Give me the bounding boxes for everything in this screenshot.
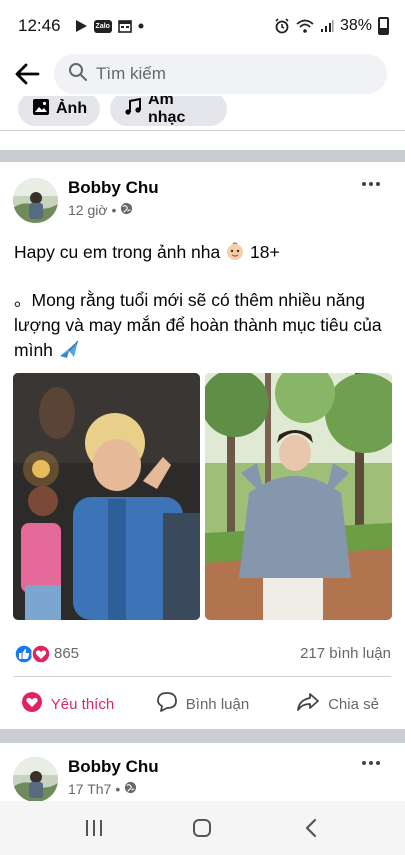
recent-apps-icon — [86, 820, 103, 836]
play-store-icon — [75, 19, 88, 33]
post-card: Bobby Chu 12 giờ • Hapy cu em trong ảnh … — [0, 176, 405, 729]
search-input[interactable] — [96, 64, 336, 84]
globe-icon — [120, 202, 133, 218]
post-time[interactable]: 17 Th7 — [68, 781, 111, 797]
battery-percent: 38% — [339, 17, 372, 34]
share-button-label: Chia sẻ — [328, 695, 379, 713]
filter-chips: Ảnh Âm nhạc — [0, 96, 405, 130]
post-photo-left[interactable] — [13, 373, 200, 620]
post-actions: Yêu thích Bình luận Chia sẻ — [0, 682, 405, 726]
love-reaction-icon — [31, 644, 51, 669]
globe-icon — [124, 781, 137, 797]
avatar[interactable] — [13, 757, 58, 801]
reactions-row: 865 217 bình luận — [0, 642, 405, 668]
back-arrow-icon — [15, 63, 40, 85]
reaction-count[interactable]: 865 — [54, 645, 79, 662]
post-text-line2: 。Mong rằng tuổi mới sẽ có thêm nhiều năn… — [14, 288, 398, 366]
more-dot — [376, 182, 380, 186]
filter-chip-music[interactable]: Âm nhạc — [110, 96, 227, 126]
love-button[interactable]: Yêu thích — [0, 682, 135, 726]
post-meta: 12 giờ • — [68, 202, 133, 218]
filter-chip-label: Âm nhạc — [148, 96, 186, 126]
heart-icon — [21, 691, 43, 717]
post-text-main: Hapy cu em trong ảnh nha — [14, 242, 221, 262]
post-author[interactable]: Bobby Chu — [68, 757, 159, 777]
more-dot — [369, 761, 373, 765]
search-header — [0, 52, 405, 96]
more-options-button[interactable] — [357, 755, 385, 771]
meta-separator: • — [115, 781, 121, 797]
wifi-icon — [296, 19, 314, 33]
more-dot — [369, 182, 373, 186]
status-time: 12:46 — [18, 16, 61, 35]
share-button[interactable]: Chia sẻ — [270, 682, 405, 726]
search-box[interactable] — [54, 54, 387, 94]
more-dot — [376, 761, 380, 765]
post-separator — [0, 150, 405, 162]
home-button[interactable] — [172, 808, 232, 848]
comment-button-label: Bình luận — [185, 695, 250, 713]
post-header: Bobby Chu 17 Th7 • — [0, 755, 405, 801]
notification-dot-icon — [138, 23, 144, 29]
battery-icon — [378, 17, 389, 35]
status-bar: 12:46 Zalo 38% — [0, 0, 405, 52]
comment-count[interactable]: 217 bình luận — [300, 645, 391, 662]
zalo-icon: Zalo — [93, 19, 112, 33]
post-time[interactable]: 12 giờ — [68, 202, 108, 218]
music-note-icon — [124, 97, 142, 121]
meta-separator: • — [111, 202, 117, 218]
divider — [0, 130, 405, 131]
system-back-button[interactable] — [281, 808, 341, 848]
photo-icon — [32, 98, 50, 121]
filter-chip-photo[interactable]: Ảnh — [18, 96, 100, 126]
avatar[interactable] — [13, 178, 58, 223]
comment-bubble-icon — [156, 691, 178, 717]
post-card: Bobby Chu 17 Th7 • — [0, 755, 405, 801]
recent-apps-button[interactable] — [64, 808, 124, 848]
search-icon — [68, 62, 88, 87]
post-separator — [0, 729, 405, 743]
post-media — [0, 373, 405, 620]
baby-face-emoji-icon — [225, 241, 245, 268]
post-header: Bobby Chu 12 giờ • — [0, 176, 405, 232]
back-button[interactable] — [0, 52, 54, 96]
post-text-line1: Hapy cu em trong ảnh nha 18+ — [14, 240, 394, 268]
reaction-icons[interactable] — [14, 644, 51, 669]
post-author[interactable]: Bobby Chu — [68, 178, 159, 198]
more-options-button[interactable] — [357, 176, 385, 192]
more-dot — [362, 182, 366, 186]
share-arrow-icon — [296, 691, 320, 717]
filter-chip-label: Ảnh — [56, 100, 88, 117]
post-photo-right[interactable] — [205, 373, 392, 620]
signal-icon — [320, 19, 334, 33]
home-icon — [193, 819, 212, 837]
airplane-emoji-icon — [58, 339, 80, 366]
chevron-left-icon — [305, 818, 316, 838]
system-nav-bar — [0, 801, 405, 855]
love-button-label: Yêu thích — [50, 695, 115, 713]
post-meta: 17 Th7 • — [68, 781, 137, 797]
alarm-icon — [274, 18, 290, 34]
divider — [14, 676, 391, 677]
comment-button[interactable]: Bình luận — [135, 682, 270, 726]
calendar-icon — [118, 19, 132, 33]
more-dot — [362, 761, 366, 765]
post-text-suffix: 18+ — [250, 242, 280, 262]
